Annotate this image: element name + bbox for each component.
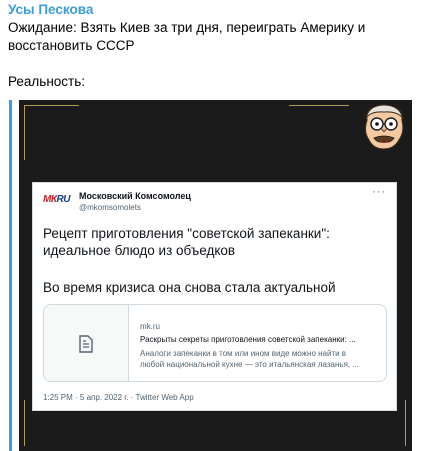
message-text: Ожидание: Взять Киев за три дня, переигр… [8,19,408,91]
media-image[interactable]: МКRU Московский Комсомолец @mkomsomolets… [19,100,412,451]
frame-corner-top-left-v [24,105,25,160]
document-icon [79,335,93,353]
message-line-3: Реальность: [8,74,86,89]
message-author[interactable]: Усы Пескова [8,2,93,17]
frame-corner-bottom-right-v [405,400,406,446]
tweet-text-headline: Рецепт приготовления "советской запеканк… [43,226,330,258]
more-options-icon: ··· [372,186,386,198]
link-title: Раскрыты секреты приготовления советской… [140,335,356,344]
link-preview-card: mk.ru Раскрыты секреты приготовления сов… [43,304,387,382]
frame-corner-top-left-h [24,105,79,106]
embedded-tweet[interactable]: МКRU Московский Комсомолец @mkomsomolets… [32,182,397,411]
message-line-2: восстановить СССР [8,38,135,53]
link-domain: mk.ru [140,322,160,331]
reply-quote-bar [9,100,12,451]
tweet-text-subheadline: Во время кризиса она снова стала актуаль… [43,280,336,295]
frame-corner-top-right-h [289,105,349,106]
mk-logo: МКRU [43,194,70,205]
link-description: Аналоги запеканки в том или ином виде мо… [140,349,360,369]
cartoon-face-icon [364,104,404,150]
tweet-timestamp: 1:25 PM · 5 апр. 2022 г. · Twitter Web A… [43,393,194,402]
message-line-1: Ожидание: Взять Киев за три дня, переигр… [8,20,366,35]
tweet-account-name: Московский Комсомолец [79,191,191,201]
link-thumbnail [44,305,129,381]
tweet-handle: @mkomsomolets [79,203,141,212]
frame-corner-bottom-left-v [24,400,25,446]
